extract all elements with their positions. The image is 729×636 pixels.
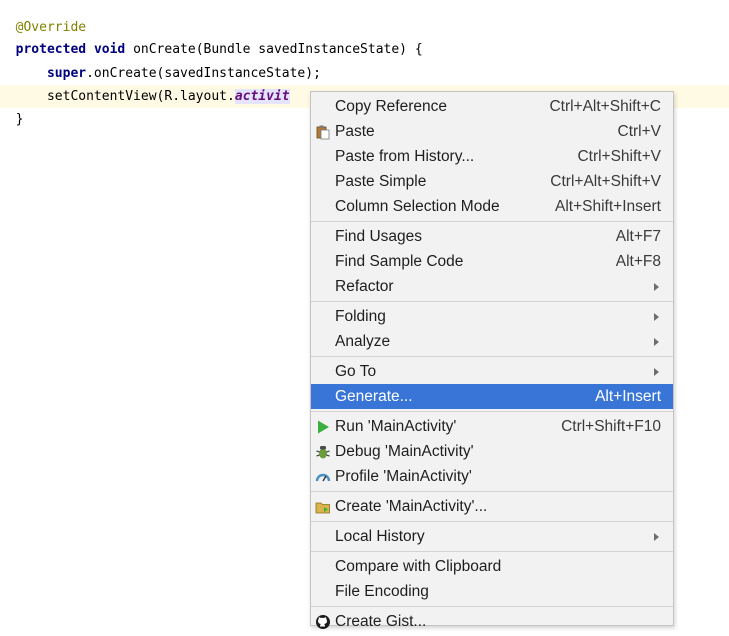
keyword-token: void — [93, 42, 126, 57]
menu-item-shortcut: Ctrl+Alt+Shift+C — [549, 98, 661, 115]
menu-group: Run 'MainActivity' Ctrl+Shift+F10 Debug 'M… — [311, 412, 673, 492]
debug-icon — [315, 444, 331, 460]
code-text: .onCreate(savedInstanceState); — [86, 66, 321, 81]
github-icon — [315, 614, 331, 630]
menu-group: Folding Analyze — [311, 302, 673, 357]
menu-item-profile-mainactivity[interactable]: Profile 'MainActivity' — [311, 464, 673, 489]
menu-group: Local History — [311, 522, 673, 552]
selected-field-token: activit — [234, 89, 290, 104]
menu-group: Compare with Clipboard File Encoding — [311, 552, 673, 607]
menu-item-paste-from-history[interactable]: Paste from History... Ctrl+Shift+V — [311, 144, 673, 169]
menu-item-shortcut: Alt+Insert — [595, 388, 661, 405]
menu-item-go-to[interactable]: Go To — [311, 359, 673, 384]
menu-group: Go To Generate... Alt+Insert — [311, 357, 673, 412]
menu-item-shortcut: Ctrl+V — [617, 123, 662, 140]
menu-item-find-sample-code[interactable]: Find Sample Code Alt+F8 — [311, 249, 673, 274]
menu-item-label: Paste from History... — [335, 148, 475, 165]
annotation-token: @Override — [15, 20, 87, 35]
menu-item-label: Profile 'MainActivity' — [335, 468, 472, 485]
menu-group: Copy Reference Ctrl+Alt+Shift+C Paste Ctrl+… — [311, 92, 673, 222]
menu-item-label: Column Selection Mode — [335, 198, 500, 215]
menu-item-debug-mainactivity[interactable]: Debug 'MainActivity' — [311, 439, 673, 464]
menu-item-run-mainactivity[interactable]: Run 'MainActivity' Ctrl+Shift+F10 — [311, 414, 673, 439]
menu-item-label: Create Gist... — [335, 613, 427, 630]
menu-item-shortcut: Ctrl+Shift+V — [577, 148, 661, 165]
keyword-token: protected — [15, 42, 87, 57]
menu-item-paste-simple[interactable]: Paste Simple Ctrl+Alt+Shift+V — [311, 169, 673, 194]
menu-item-label: Go To — [335, 363, 377, 380]
menu-item-label: Paste — [335, 123, 375, 140]
menu-item-label: Find Sample Code — [335, 253, 464, 270]
menu-group: Create 'MainActivity'... — [311, 492, 673, 522]
menu-item-create-mainactivity[interactable]: Create 'MainActivity'... — [311, 494, 673, 519]
submenu-arrow-icon — [654, 532, 659, 541]
menu-item-shortcut: Ctrl+Alt+Shift+V — [550, 173, 661, 190]
method-signature: onCreate(Bundle savedInstanceState) { — [133, 42, 423, 57]
paste-icon — [315, 124, 331, 140]
menu-item-copy-reference[interactable]: Copy Reference Ctrl+Alt+Shift+C — [311, 94, 673, 119]
menu-item-compare-with-clipboard[interactable]: Compare with Clipboard — [311, 554, 673, 579]
code-line[interactable]: @Override — [0, 16, 729, 39]
code-line[interactable]: protected void onCreate(Bundle savedInst… — [0, 38, 729, 61]
menu-item-label: File Encoding — [335, 583, 429, 600]
create-config-icon — [315, 499, 331, 515]
menu-item-label: Copy Reference — [335, 98, 448, 115]
menu-item-label: Run 'MainActivity' — [335, 418, 457, 435]
menu-item-shortcut: Alt+F7 — [615, 228, 661, 245]
menu-item-create-gist[interactable]: Create Gist... — [311, 609, 673, 634]
menu-item-shortcut: Alt+Shift+Insert — [555, 198, 661, 215]
editor-context-menu: Copy Reference Ctrl+Alt+Shift+C Paste Ctrl+… — [310, 91, 674, 630]
menu-item-label: Paste Simple — [335, 173, 427, 190]
menu-item-label: Compare with Clipboard — [335, 558, 502, 575]
menu-item-label: Refactor — [335, 278, 394, 295]
menu-item-column-selection-mode[interactable]: Column Selection Mode Alt+Shift+Insert — [311, 194, 673, 219]
menu-item-shortcut: Ctrl+Shift+F10 — [561, 418, 661, 435]
menu-item-refactor[interactable]: Refactor — [311, 274, 673, 299]
closing-brace: } — [15, 112, 24, 127]
code-text: setContentView(R.layout. — [46, 89, 235, 104]
profile-icon — [315, 469, 331, 485]
menu-item-paste[interactable]: Paste Ctrl+V — [311, 119, 673, 144]
menu-item-local-history[interactable]: Local History — [311, 524, 673, 549]
menu-group: Find Usages Alt+F7 Find Sample Code Alt+F8 R… — [311, 222, 673, 302]
keyword-token: super — [46, 66, 87, 81]
menu-item-label: Find Usages — [335, 228, 423, 245]
menu-item-label: Generate... — [335, 388, 413, 405]
menu-item-shortcut: Alt+F8 — [615, 253, 661, 270]
menu-item-find-usages[interactable]: Find Usages Alt+F7 — [311, 224, 673, 249]
run-icon — [315, 419, 331, 435]
menu-item-label: Folding — [335, 308, 386, 325]
menu-item-label: Local History — [335, 528, 425, 545]
menu-item-analyze[interactable]: Analyze — [311, 329, 673, 354]
menu-item-file-encoding[interactable]: File Encoding — [311, 579, 673, 604]
menu-item-label: Create 'MainActivity'... — [335, 498, 488, 515]
menu-item-label: Debug 'MainActivity' — [335, 443, 474, 460]
submenu-arrow-icon — [654, 337, 659, 346]
submenu-arrow-icon — [654, 312, 659, 321]
menu-item-label: Analyze — [335, 333, 391, 350]
submenu-arrow-icon — [654, 367, 659, 376]
menu-item-folding[interactable]: Folding — [311, 304, 673, 329]
menu-item-generate[interactable]: Generate... Alt+Insert — [311, 384, 673, 409]
submenu-arrow-icon — [654, 282, 659, 291]
code-line[interactable]: super.onCreate(savedInstanceState); — [0, 62, 729, 85]
